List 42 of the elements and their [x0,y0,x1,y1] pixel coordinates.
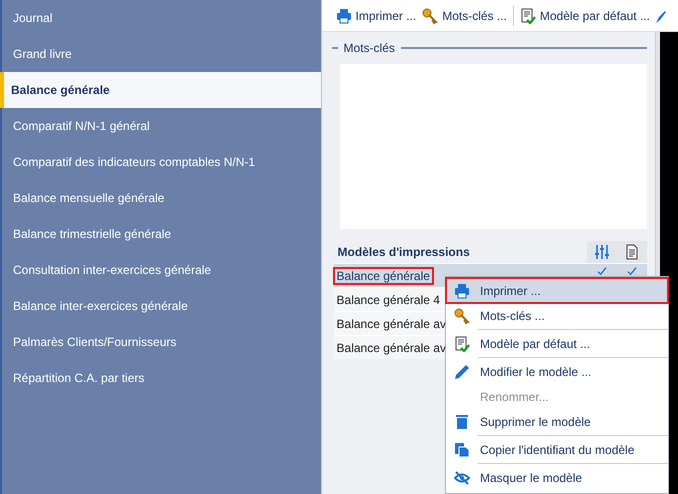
menu-item[interactable]: Supprimer le modèle [446,409,668,434]
document-check-icon [520,8,536,24]
section-title: Mots-clés [344,41,395,55]
sidebar-item[interactable]: Comparatif des indicateurs comptables N/N-1 [2,144,321,180]
sidebar-item[interactable]: Palmarès Clients/Fournisseurs [2,324,321,360]
eye-slash-icon [454,470,470,486]
sidebar-item[interactable]: Balance générale [0,72,321,108]
document-check-icon [454,336,470,352]
menu-item[interactable]: Modifier le modèle ... [446,359,668,384]
sidebar-item[interactable]: Grand livre [2,36,321,72]
sidebar-item[interactable]: Journal [2,0,321,36]
sidebar-item[interactable]: Balance trimestrielle générale [2,216,321,252]
printer-icon [454,282,470,298]
key-icon [454,308,470,324]
table-cell: Balance générale [334,268,433,284]
printer-icon [336,8,352,24]
table-cell-text: Balance générale 4 [336,292,441,308]
pencil-icon [454,364,470,380]
sidebar-item[interactable]: Balance mensuelle générale [2,180,321,216]
menu-item[interactable]: Masquer le modèle [446,465,668,490]
sidebar-item[interactable]: Consultation inter-exercices générale [2,252,321,288]
sliders-icon [594,244,610,260]
menu-item[interactable]: Copier l'identifiant du modèle [446,437,668,462]
check-icon [596,266,607,274]
menu-item[interactable]: Modèle par défaut ... [446,331,668,356]
table-cell-text: Balance générale av [336,316,447,332]
sidebar-item[interactable]: Comparatif N/N-1 général [2,108,321,144]
toolbar-button[interactable]: Modèle par défaut ... [520,8,650,24]
check-icon [626,266,637,274]
sidebar-item[interactable]: Répartition C.A. par tiers [2,360,321,396]
toolbar-button[interactable]: Imprimer ... [336,8,416,24]
document-icon [624,244,640,260]
table-cell-text: Balance générale av [336,340,447,356]
column-header: Modèles d'impressions [336,245,471,259]
key-icon [422,8,438,24]
sidebar-item[interactable]: Balance inter-exercices générale [2,288,321,324]
menu-item[interactable]: Imprimer ... [446,278,668,303]
trash-icon [454,414,470,430]
copy-icon [454,442,470,458]
menu-item[interactable]: Mots-clés ... [446,303,668,328]
toolbar-button[interactable]: Mots-clés ... [422,8,507,24]
column-header[interactable] [616,241,647,263]
